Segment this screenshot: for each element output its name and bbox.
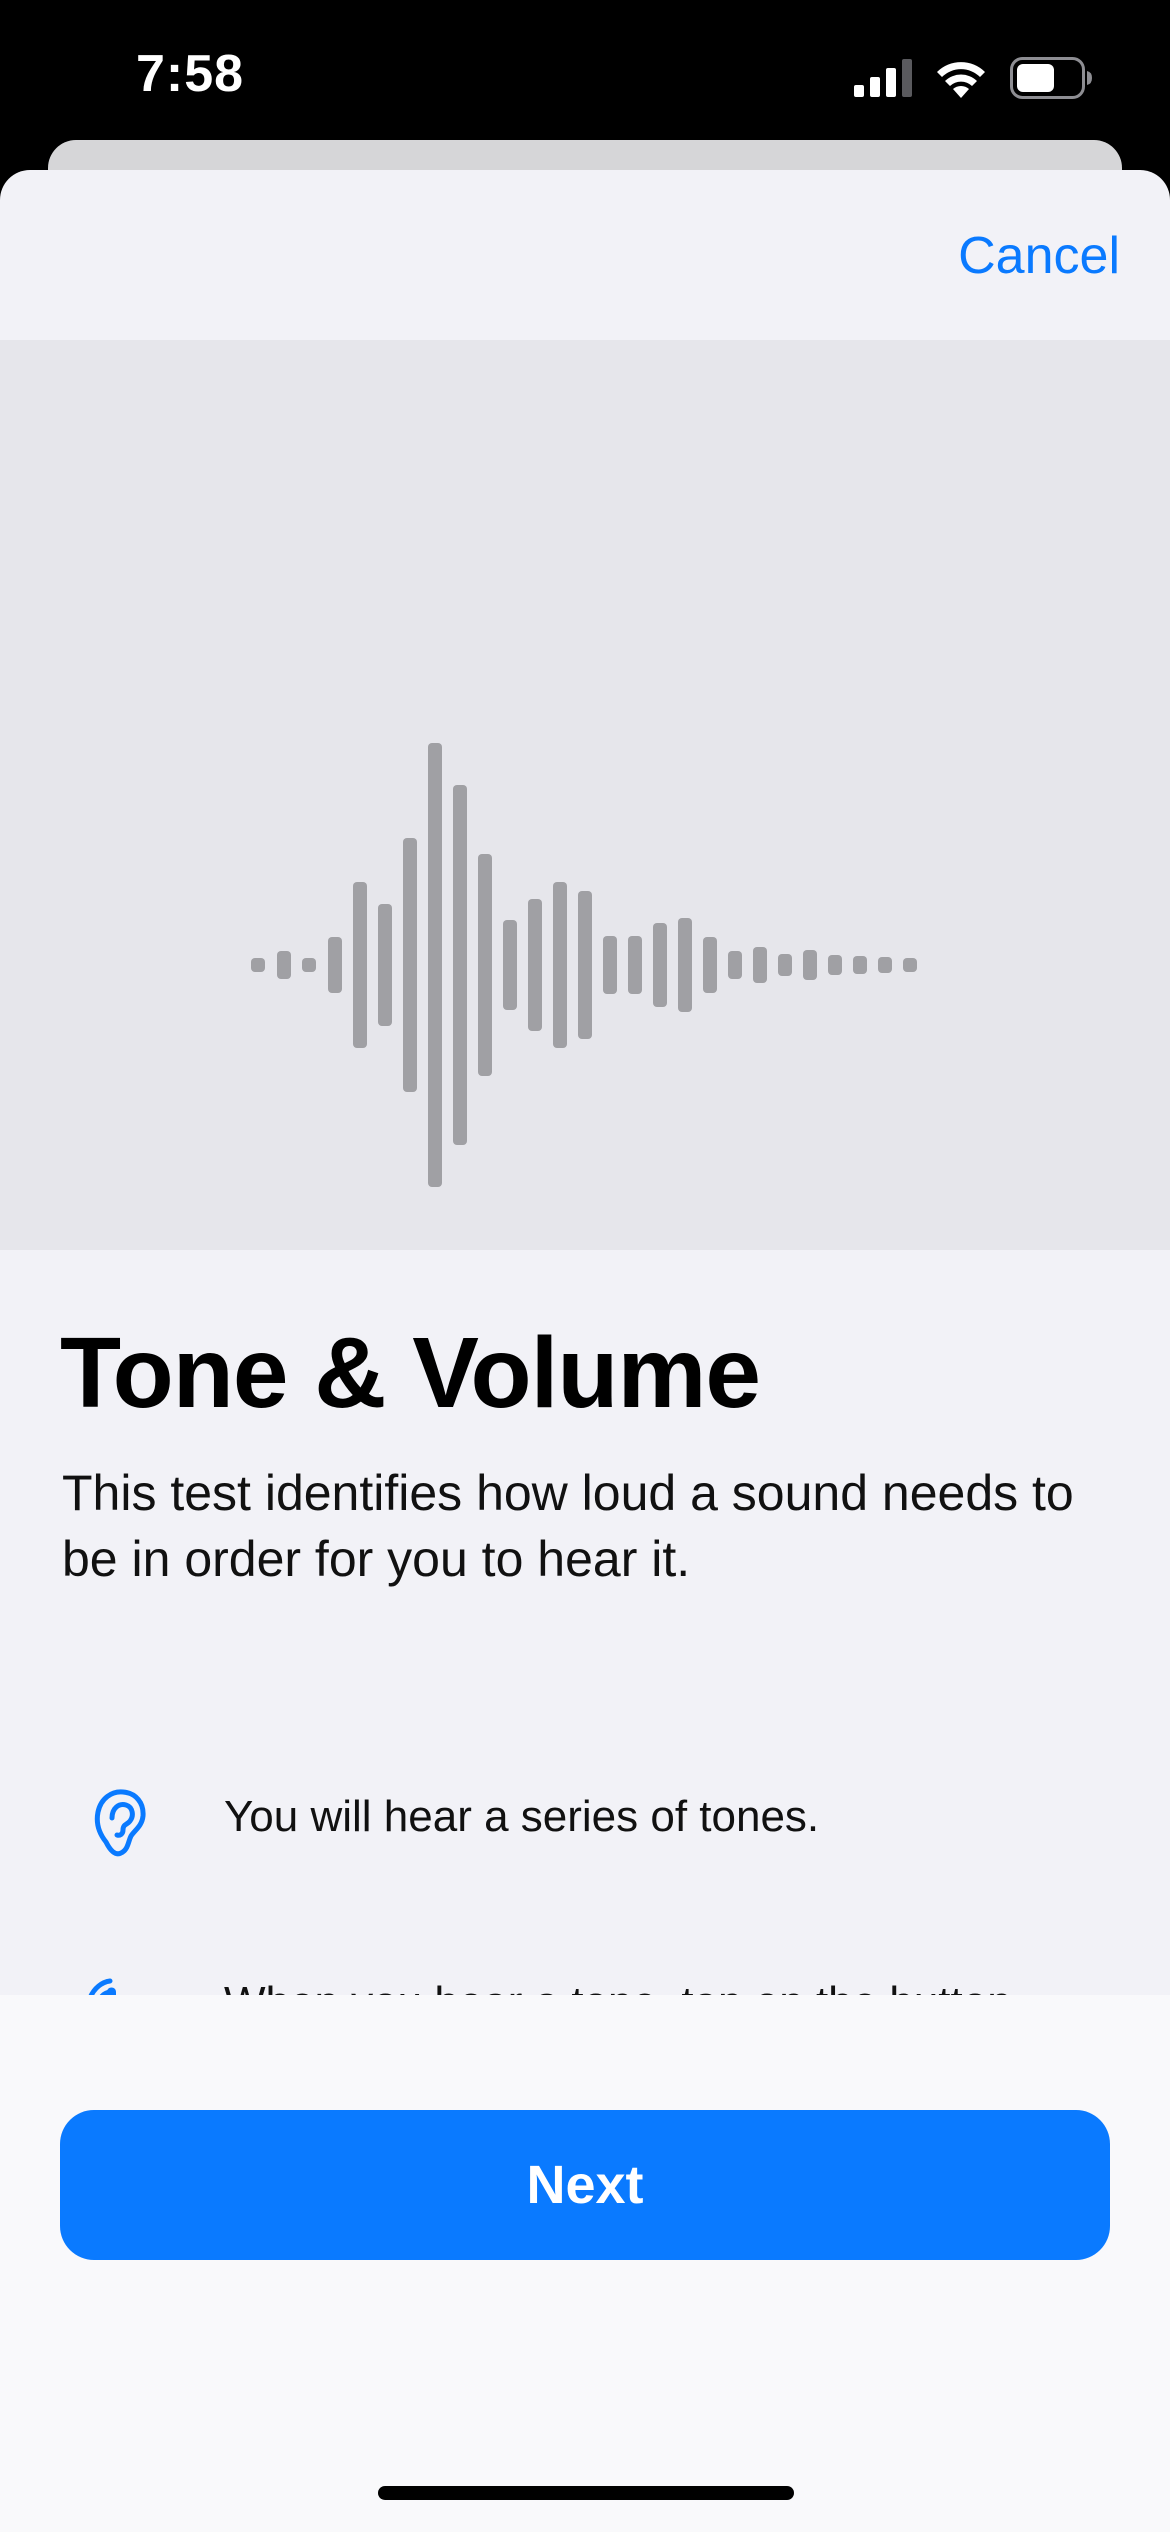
screen: 7:58 Cancel Tone & Volume This test iden… <box>0 0 1170 2532</box>
footer <box>0 1995 1170 2532</box>
nav-bar: Cancel <box>0 170 1170 340</box>
info-row-tones: You will hear a series of tones. <box>0 1772 1170 1872</box>
page-title: Tone & Volume <box>60 1317 761 1429</box>
cancel-button[interactable]: Cancel <box>958 226 1120 286</box>
hero-illustration <box>0 340 1170 1250</box>
ear-icon <box>94 1789 146 1857</box>
waveform-icon <box>251 743 917 1187</box>
home-indicator <box>378 2486 794 2500</box>
status-icons <box>854 54 1092 102</box>
status-bar: 7:58 <box>0 0 1170 150</box>
battery-icon <box>1010 57 1092 99</box>
next-button[interactable]: Next <box>60 2110 1110 2260</box>
cellular-signal-icon <box>854 59 912 97</box>
status-time: 7:58 <box>136 45 245 103</box>
wifi-icon <box>937 62 985 98</box>
info-text-tones: You will hear a series of tones. <box>224 1792 820 1841</box>
description: This test identifies how loud a sound ne… <box>62 1465 1074 1587</box>
